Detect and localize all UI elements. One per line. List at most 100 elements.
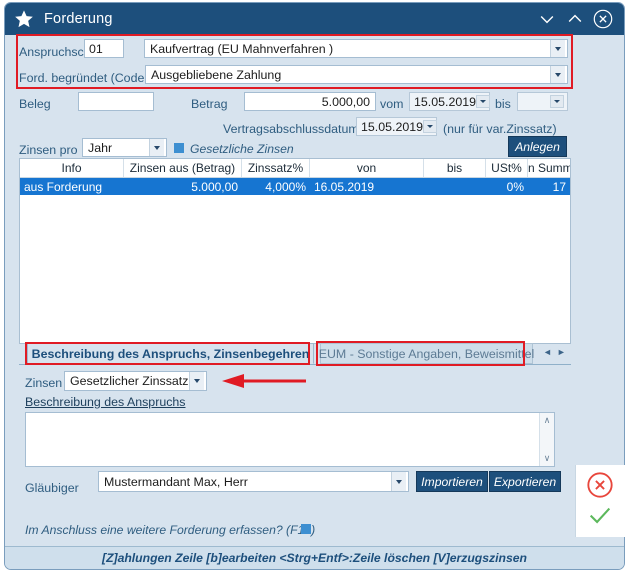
tab-eum-sonstige-angaben[interactable]: EUM - Sonstige Angaben, Beweismittel (318, 343, 535, 364)
beschreibung-label-text: Beschreibung des Anspruchs (25, 395, 186, 409)
gesetzliche-zinsen-checkbox[interactable] (174, 143, 184, 153)
vertragsabschlussdatum-label: Vertragsabschlussdatum (223, 122, 359, 136)
column-header-zinsen-aus[interactable]: Zinsen aus (Betrag) (124, 159, 242, 177)
table-header-row: Info Zinsen aus (Betrag) Zinssatz% von b… (20, 159, 570, 178)
forderung-window: Forderung Anspruchscode 01 Kaufvertrag (… (4, 2, 625, 570)
zinsen-pro-label: Zinsen pro (19, 143, 78, 157)
zinsen-detail-value: Gesetzlicher Zinssatz (70, 374, 189, 388)
betrag-label: Betrag (191, 97, 228, 111)
table-row[interactable]: aus Forderung 5.000,00 4,000% 16.05.2019… (20, 178, 570, 195)
calendar-dropdown-icon[interactable] (476, 95, 491, 108)
chevron-down-icon[interactable] (550, 66, 565, 83)
gesetzliche-zinsen-label: Gesetzliche Zinsen (190, 142, 294, 156)
beschreibung-label: Beschreibung des Anspruchs (25, 395, 186, 409)
vom-label: vom (380, 97, 403, 111)
screenshot-root: Forderung Anspruchscode 01 Kaufvertrag (… (0, 0, 629, 573)
vertragsabschlussdatum-value: 15.05.2019 (361, 119, 424, 134)
check-icon[interactable] (586, 501, 614, 529)
beschreibung-scrollbar[interactable]: ∧ ∨ (539, 413, 554, 466)
bis-label-text: bis (495, 97, 511, 111)
tab-prev-icon[interactable]: ◄ (543, 347, 552, 357)
importieren-button-label: Importieren (421, 474, 483, 489)
column-header-bis[interactable]: bis (424, 159, 486, 177)
vertragsabschlussdatum-hint-text: (nur für var.Zinssatz) (443, 122, 557, 136)
vertragsabschlussdatum-hint: (nur für var.Zinssatz) (443, 122, 557, 136)
beleg-label: Beleg (19, 97, 51, 111)
begruendet-select-value: Ausgebliebene Zahlung (151, 67, 282, 82)
close-icon[interactable] (590, 6, 616, 32)
vertragsabschlussdatum-label-text: Vertragsabschlussdatum (223, 122, 359, 136)
chevron-down-icon[interactable] (550, 40, 565, 57)
anspruchscode-select[interactable]: Kaufvertrag (EU Mahnverfahren ) (144, 39, 568, 58)
cell-zinssatz: 4,000% (265, 179, 306, 194)
vom-label-text: vom (380, 97, 404, 111)
status-bar-text: [Z]ahlungen Zeile [b]earbeiten <Strg+Ent… (102, 551, 527, 565)
annotation-arrow (218, 371, 308, 396)
vertragsabschlussdatum-input[interactable]: 15.05.2019 (356, 117, 438, 136)
begruendet-select[interactable]: Ausgebliebene Zahlung (145, 65, 568, 84)
tab-eum-sonstige-angaben-label: EUM - Sonstige Angaben, Beweismittel (318, 346, 535, 361)
beleg-label-text: Beleg (19, 97, 51, 111)
scroll-down-icon[interactable]: ∨ (544, 453, 551, 464)
followup-question-label: Im Anschluss eine weitere Forderung erfa… (25, 523, 315, 537)
exportieren-button[interactable]: Exportieren (489, 471, 561, 492)
action-rail (575, 465, 625, 537)
beschreibung-textarea-body[interactable] (26, 413, 539, 466)
window-title: Forderung (44, 11, 113, 27)
window-controls (534, 6, 616, 32)
column-header-in-summe[interactable]: in Summ (528, 159, 570, 177)
cell-zinsen-aus: 5.000,00 (191, 179, 238, 194)
tab-next-icon[interactable]: ► (557, 347, 566, 357)
anspruchscode-select-value: Kaufvertrag (EU Mahnverfahren ) (150, 41, 334, 56)
anspruchscode-input[interactable]: 01 (84, 39, 124, 58)
anspruchscode-value: 01 (89, 41, 103, 56)
begruendet-label-text: Ford. begründet (Code 2 (19, 71, 155, 85)
glaeubiger-value: Mustermandant Max, Herr (104, 474, 248, 489)
tab-beschreibung-anspruch-label: Beschreibung des Anspruchs, Zinsenbegehr… (31, 346, 310, 361)
chevron-down-icon[interactable] (391, 472, 406, 491)
column-header-ust[interactable]: USt% (486, 159, 528, 177)
chevron-down-icon[interactable] (149, 139, 164, 156)
cell-bis (424, 178, 486, 195)
column-header-info[interactable]: Info (20, 159, 124, 177)
column-header-zinssatz[interactable]: Zinssatz% (242, 159, 310, 177)
maximize-icon[interactable] (562, 6, 588, 32)
importieren-button[interactable]: Importieren (416, 471, 488, 492)
cancel-circle-icon[interactable] (586, 471, 614, 499)
zinsen-pro-select[interactable]: Jahr (82, 138, 167, 157)
tab-beschreibung-anspruch[interactable]: Beschreibung des Anspruchs, Zinsenbegehr… (27, 343, 314, 364)
glaeubiger-select[interactable]: Mustermandant Max, Herr (98, 471, 409, 492)
cell-von: 16.05.2019 (314, 179, 375, 194)
scroll-up-icon[interactable]: ∧ (544, 415, 551, 426)
beleg-input[interactable] (78, 92, 154, 111)
gesetzliche-zinsen-label-text: Gesetzliche Zinsen (190, 142, 294, 156)
status-bar: [Z]ahlungen Zeile [b]earbeiten <Strg+Ent… (5, 546, 624, 569)
followup-checkbox[interactable] (301, 524, 311, 534)
cell-ust: 0% (506, 179, 524, 194)
vom-date-input[interactable]: 15.05.2019 (409, 92, 491, 111)
interest-table: Info Zinsen aus (Betrag) Zinssatz% von b… (19, 158, 571, 344)
begruendet-label: Ford. begründet (Code 2 (19, 71, 155, 85)
bis-date-input[interactable] (517, 92, 568, 111)
glaeubiger-label: Gläubiger (25, 481, 79, 495)
star-icon (13, 8, 35, 30)
title-bar: Forderung (5, 3, 624, 35)
anlegen-button-label: Anlegen (515, 139, 560, 154)
calendar-dropdown-icon[interactable] (550, 95, 564, 108)
bis-label: bis (495, 97, 511, 111)
glaeubiger-label-text: Gläubiger (25, 481, 79, 495)
chevron-down-icon[interactable] (189, 372, 204, 390)
beschreibung-textarea[interactable]: ∧ ∨ (25, 412, 555, 467)
cell-info: aus Forderung (24, 179, 103, 194)
column-header-von[interactable]: von (310, 159, 424, 177)
zinsen-pro-label-text: Zinsen pro (19, 143, 78, 157)
calendar-dropdown-icon[interactable] (423, 120, 438, 133)
minimize-icon[interactable] (534, 6, 560, 32)
anlegen-button[interactable]: Anlegen (508, 136, 567, 157)
zinsen-detail-label-text: Zinsen (25, 376, 63, 390)
tab-nav: ◄ ► (543, 347, 566, 357)
betrag-input[interactable]: 5.000,00 (244, 92, 376, 111)
vom-date-value: 15.05.2019 (414, 94, 477, 109)
betrag-label-text: Betrag (191, 97, 228, 111)
zinsen-detail-select[interactable]: Gesetzlicher Zinssatz (64, 371, 207, 391)
